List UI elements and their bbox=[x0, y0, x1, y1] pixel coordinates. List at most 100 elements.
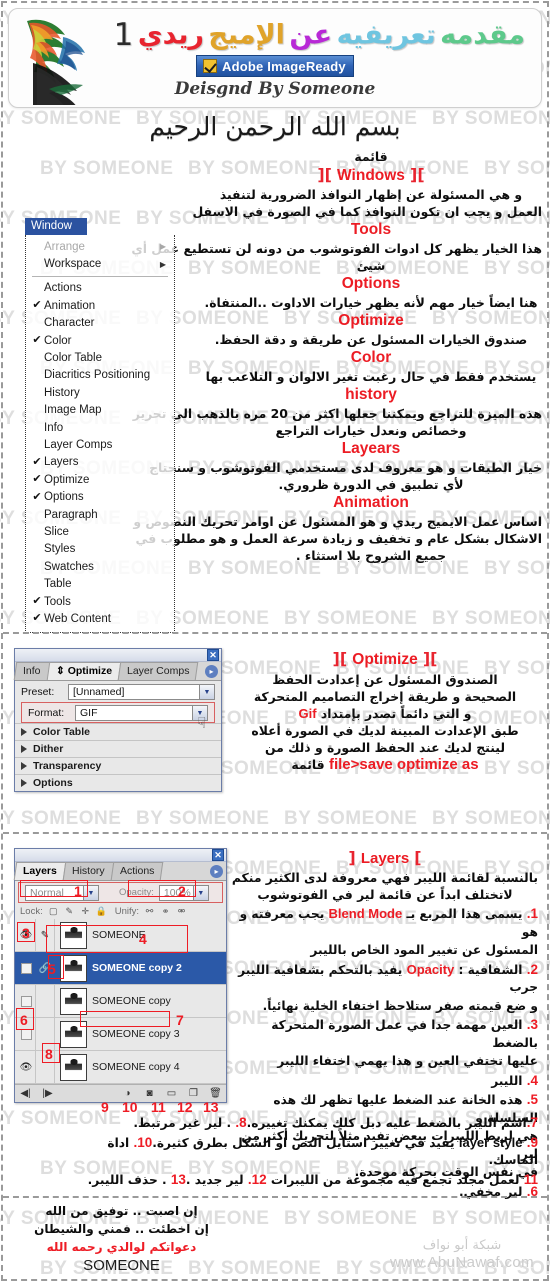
layers-panel[interactable]: ✕ Layers History Actions ▸ Normal ▼ Opacity… bbox=[13, 848, 227, 1103]
optimize-tab-info[interactable]: Info bbox=[13, 662, 50, 680]
mask-icon[interactable]: ◙ bbox=[143, 1088, 156, 1099]
layer-name[interactable]: SOMEONE bbox=[92, 929, 226, 941]
layer-name[interactable]: SOMEONE copy 3 bbox=[92, 1028, 226, 1040]
submenu-arrow-icon: ▶ bbox=[159, 259, 166, 269]
annotation-13: 13 bbox=[203, 1099, 219, 1115]
menu-item-info[interactable]: Info bbox=[26, 419, 174, 436]
menu-item-options[interactable]: ✔ Options bbox=[26, 488, 174, 505]
lock-position-icon[interactable]: ✛ bbox=[80, 906, 91, 917]
eye-hidden-icon[interactable] bbox=[17, 952, 36, 984]
layers-tail-line-1: 7.اسم الليبر بالضغط عليه دبل كلك يمكنك ت… bbox=[133, 1115, 538, 1130]
blend-opacity-row[interactable]: Normal ▼ Opacity: 100% ▼ bbox=[18, 882, 223, 903]
menu-title-window[interactable]: Window bbox=[25, 218, 87, 235]
new-group-icon[interactable]: ▭ bbox=[165, 1088, 178, 1099]
brush-icon[interactable] bbox=[36, 985, 55, 1017]
panel-menu-icon[interactable]: ▸ bbox=[210, 865, 223, 878]
layers-tab-actions[interactable]: Actions bbox=[110, 862, 164, 880]
twisty-right-icon[interactable] bbox=[21, 745, 27, 753]
nav-next-icon[interactable]: |▶ bbox=[41, 1088, 54, 1099]
windows-keyword: ][ Windows ][ bbox=[317, 165, 425, 184]
menu-item-color[interactable]: ✔ Color bbox=[26, 332, 174, 349]
menu-item-swatches[interactable]: Swatches bbox=[26, 558, 174, 575]
twisty-right-icon[interactable] bbox=[21, 728, 27, 736]
panel-menu-icon[interactable]: ▸ bbox=[205, 665, 218, 678]
layer-row[interactable]: SOMEONE copy bbox=[15, 985, 226, 1018]
optimize-section-dither[interactable]: Dither bbox=[15, 740, 221, 757]
close-icon[interactable]: ✕ bbox=[212, 849, 224, 861]
chevron-down-icon[interactable]: ▼ bbox=[83, 885, 98, 900]
menu-item-table[interactable]: Table bbox=[26, 575, 174, 592]
menu-item-history[interactable]: History bbox=[26, 384, 174, 401]
menu-item-actions[interactable]: Actions bbox=[26, 280, 174, 297]
twisty-right-icon[interactable] bbox=[21, 779, 27, 787]
menu-item-diacritics-positioning[interactable]: Diacritics Positioning bbox=[26, 367, 174, 384]
tab-label: History bbox=[71, 865, 105, 877]
section-divider-1 bbox=[3, 632, 547, 635]
menu-item-color-table[interactable]: Color Table bbox=[26, 349, 174, 366]
delete-layer-icon[interactable]: 🗑 bbox=[209, 1088, 222, 1099]
menu-item-layers[interactable]: ✔ Layers bbox=[26, 454, 174, 471]
menu-item-paragraph[interactable]: Paragraph bbox=[26, 506, 174, 523]
preset-row[interactable]: Preset: [Unnamed] ▼ bbox=[15, 681, 221, 702]
lock-all-icon[interactable]: 🔒 bbox=[96, 906, 107, 917]
optimize-section-color-table[interactable]: Color Table bbox=[15, 723, 221, 740]
site-url: www.AbuNawaf.com bbox=[390, 1254, 534, 1271]
preset-combo[interactable]: [Unnamed] ▼ bbox=[68, 683, 215, 700]
menu-item-layer-comps[interactable]: Layer Comps bbox=[26, 436, 174, 453]
menu-item-workspace[interactable]: Workspace ▶ bbox=[26, 255, 174, 272]
menu-item-image-map[interactable]: Image Map bbox=[26, 402, 174, 419]
annotation-3: 3 bbox=[22, 925, 30, 941]
section-label: Transparency bbox=[33, 760, 102, 772]
title-word-5: 1 bbox=[113, 17, 134, 53]
lock-row[interactable]: Lock: ▢ ✎ ✛ 🔒 Unify: ⚯ ⚭ ⚮ bbox=[15, 903, 226, 919]
unify-visibility-icon[interactable]: ⚭ bbox=[160, 906, 171, 917]
chevron-down-icon[interactable]: ▼ bbox=[199, 684, 214, 699]
layers-tab-history[interactable]: History bbox=[62, 862, 114, 880]
blend-mode-combo[interactable]: Normal ▼ bbox=[25, 884, 99, 901]
layer-row[interactable]: 👁 ✎ SOMEONE bbox=[15, 919, 226, 952]
optimize-section-options[interactable]: Options bbox=[15, 774, 221, 791]
optimize-section-transparency[interactable]: Transparency bbox=[15, 757, 221, 774]
layers-tab-layers[interactable]: Layers bbox=[13, 862, 67, 880]
lock-image-icon[interactable]: ✎ bbox=[64, 906, 75, 917]
lock-transparency-icon[interactable]: ▢ bbox=[48, 906, 59, 917]
menu-item-slice[interactable]: Slice bbox=[26, 523, 174, 540]
new-layer-icon[interactable]: ❐ bbox=[187, 1088, 200, 1099]
menu-item-character[interactable]: Character bbox=[26, 315, 174, 332]
window-menu-screenshot[interactable]: Window Arrange ▶ Workspace ▶ Actions ✔ Animati… bbox=[25, 218, 175, 633]
optimize-tab-optimize[interactable]: ⇕ Optimize bbox=[46, 662, 121, 680]
optimize-panel[interactable]: ✕ Info ⇕ Optimize Layer Comps ▸ Preset: [Un… bbox=[13, 648, 222, 792]
close-icon[interactable]: ✕ bbox=[207, 649, 219, 661]
optimize-panel-tabs[interactable]: Info ⇕ Optimize Layer Comps ▸ bbox=[13, 662, 221, 681]
layer-name[interactable]: SOMEONE copy 4 bbox=[92, 1061, 226, 1073]
layers-panel-tabs[interactable]: Layers History Actions ▸ bbox=[13, 862, 226, 881]
optimize-tab-layer-comps[interactable]: Layer Comps bbox=[117, 662, 199, 680]
layer-thumbnail bbox=[60, 921, 87, 949]
brush-icon[interactable]: ✎ bbox=[36, 919, 55, 951]
twisty-right-icon[interactable] bbox=[21, 762, 27, 770]
unify-style-icon[interactable]: ⚮ bbox=[176, 906, 187, 917]
menu-item-styles[interactable]: Styles bbox=[26, 541, 174, 558]
layer-row[interactable]: 🔗 SOMEONE copy 2 bbox=[15, 952, 226, 985]
checkmark-icon: ✔ bbox=[32, 455, 42, 468]
window-menu-list[interactable]: Arrange ▶ Workspace ▶ Actions ✔ Animation Chara… bbox=[25, 235, 175, 633]
layer-name[interactable]: SOMEONE copy 2 bbox=[92, 962, 226, 974]
eye-visible-icon[interactable]: 👁 bbox=[17, 1051, 36, 1083]
annotation-7: 7 bbox=[176, 1012, 184, 1028]
unify-position-icon[interactable]: ⚯ bbox=[144, 906, 155, 917]
header-banner: مقدمه تعريفيه عن الإميج ريدي 1 Adobe Ima… bbox=[8, 8, 542, 108]
menu-item-label: Character bbox=[44, 317, 95, 330]
chevron-down-icon[interactable]: ▼ bbox=[192, 885, 208, 900]
menu-item-label: History bbox=[44, 386, 80, 399]
menu-item-animation[interactable]: ✔ Animation bbox=[26, 297, 174, 314]
layers-panel-footer[interactable]: ◀| |▶ ◑ ◙ ▭ ❐ 🗑 bbox=[15, 1084, 226, 1102]
format-combo[interactable]: GIF ▼ bbox=[75, 704, 208, 721]
layer-style-icon[interactable]: ◑ bbox=[121, 1088, 134, 1099]
layer-name[interactable]: SOMEONE copy bbox=[92, 995, 226, 1007]
hand-icon[interactable]: ☟ bbox=[197, 715, 215, 733]
menu-item-optimize[interactable]: ✔ Optimize bbox=[26, 471, 174, 488]
format-row[interactable]: Format: GIF ▼ bbox=[21, 702, 215, 723]
nav-prev-icon[interactable]: ◀| bbox=[19, 1088, 32, 1099]
menu-item-tools[interactable]: ✔ Tools bbox=[26, 593, 174, 610]
menu-item-web-content[interactable]: ✔ Web Content bbox=[26, 610, 174, 627]
